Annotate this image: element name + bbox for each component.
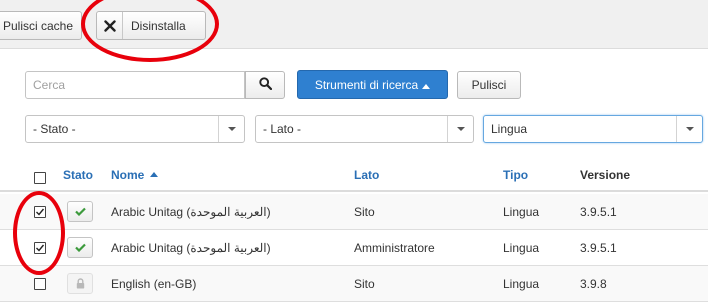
row-type: Lingua — [503, 241, 540, 255]
search-input[interactable] — [25, 71, 245, 99]
name-column-header[interactable]: Nome — [111, 168, 158, 182]
uninstall-label: Disinstalla — [131, 18, 186, 33]
row-name: English (en-GB) — [111, 277, 197, 291]
toolbar: Pulisci cache Disinstalla — [0, 0, 708, 49]
status-toggle[interactable] — [67, 201, 93, 222]
row-side: Sito — [354, 277, 375, 291]
table-row: Arabic Unitag (العربية الموحدة) Sito Lin… — [0, 194, 708, 230]
status-filter-value: - Stato - — [33, 122, 76, 136]
row-checkbox[interactable] — [34, 242, 46, 254]
chevron-down-icon — [676, 116, 702, 142]
row-version: 3.9.8 — [580, 277, 607, 291]
search-icon — [258, 77, 272, 93]
checkmark-icon — [36, 208, 45, 216]
select-all-checkbox[interactable] — [34, 172, 46, 184]
search-tools-button[interactable]: Strumenti di ricerca — [297, 70, 448, 99]
status-locked — [67, 273, 93, 294]
side-filter-select[interactable]: - Lato - — [255, 115, 474, 143]
side-filter-value: - Lato - — [263, 122, 302, 136]
status-column-header[interactable]: Stato — [63, 168, 93, 182]
row-version: 3.9.5.1 — [580, 241, 617, 255]
version-column-header: Versione — [580, 168, 631, 182]
caret-up-icon — [422, 78, 431, 92]
side-column-header[interactable]: Lato — [354, 168, 379, 182]
table-row: Arabic Unitag (العربية الموحدة) Amminist… — [0, 230, 708, 266]
row-checkbox[interactable] — [34, 278, 46, 290]
close-icon — [97, 12, 123, 39]
clear-search-label: Pulisci — [471, 78, 507, 92]
chevron-down-icon — [447, 116, 473, 142]
row-type: Lingua — [503, 277, 540, 291]
checkmark-icon — [36, 244, 45, 252]
row-name: Arabic Unitag (العربية الموحدة) — [111, 241, 271, 255]
lock-icon — [76, 278, 84, 289]
table-header: Stato Nome Lato Tipo Versione — [0, 160, 708, 192]
row-name: Arabic Unitag (العربية الموحدة) — [111, 205, 271, 219]
name-column-label: Nome — [111, 168, 145, 182]
row-side: Sito — [354, 205, 375, 219]
check-icon — [74, 243, 86, 252]
clear-search-button[interactable]: Pulisci — [457, 71, 521, 99]
check-icon — [74, 207, 86, 216]
search-tools-label: Strumenti di ricerca — [314, 77, 419, 92]
status-toggle[interactable] — [67, 237, 93, 258]
clear-cache-button[interactable]: Pulisci cache — [0, 11, 82, 40]
row-side: Amministratore — [354, 241, 435, 255]
uninstall-button[interactable]: Disinstalla — [96, 11, 206, 40]
clear-cache-label: Pulisci cache — [3, 18, 74, 33]
table-row: English (en-GB) Sito Lingua 3.9.8 — [0, 266, 708, 302]
row-version: 3.9.5.1 — [580, 205, 617, 219]
type-column-header[interactable]: Tipo — [503, 168, 528, 182]
row-type: Lingua — [503, 205, 540, 219]
row-checkbox[interactable] — [34, 206, 46, 218]
type-filter-value: Lingua — [491, 122, 528, 136]
type-filter-select[interactable]: Lingua — [483, 115, 703, 143]
caret-up-icon — [149, 172, 158, 177]
chevron-down-icon — [218, 116, 244, 142]
status-filter-select[interactable]: - Stato - — [25, 115, 245, 143]
search-button[interactable] — [245, 71, 285, 99]
